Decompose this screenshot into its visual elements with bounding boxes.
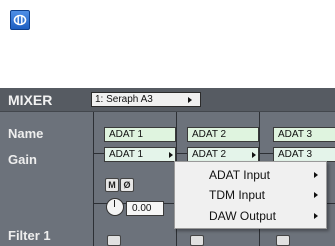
- route-context-menu: ADAT Input TDM Input DAW Output: [174, 161, 327, 229]
- filter-toggle-button[interactable]: [107, 235, 121, 246]
- menu-item-adat-input[interactable]: ADAT Input: [176, 165, 325, 185]
- channel-3-route-value: ADAT 3: [278, 149, 313, 160]
- menu-item-label: ADAT Input: [209, 168, 270, 182]
- gain-row-label: Gain: [8, 152, 37, 167]
- name-row-label: Name: [8, 126, 44, 141]
- filter-row-label: Filter 1: [8, 228, 51, 243]
- mixer-title: MIXER: [8, 92, 53, 108]
- column-divider: [93, 112, 94, 246]
- preset-arrow-icon: [188, 97, 192, 103]
- phase-invert-button[interactable]: Ø: [120, 178, 134, 192]
- filter-toggle-button[interactable]: [276, 235, 290, 246]
- submenu-arrow-icon: [314, 192, 318, 198]
- mixer-header: MIXER 1: Seraph A3: [0, 88, 335, 112]
- route-arrow-icon: [252, 152, 256, 158]
- channel-2-route-value: ADAT 2: [192, 149, 227, 160]
- channel-1-route-value: ADAT 1: [109, 149, 144, 160]
- channel-2-route-dropdown[interactable]: ADAT 2: [187, 147, 259, 162]
- channel-1-route-dropdown[interactable]: ADAT 1: [104, 147, 176, 162]
- menu-item-daw-output[interactable]: DAW Output: [176, 206, 325, 226]
- mute-button[interactable]: M: [105, 178, 119, 192]
- submenu-arrow-icon: [314, 213, 318, 219]
- loop-glyph-icon: [13, 14, 27, 26]
- preset-value: 1: Seraph A3: [95, 94, 153, 105]
- channel-3-name-field[interactable]: ADAT 3: [273, 127, 335, 142]
- preset-dropdown[interactable]: 1: Seraph A3: [91, 92, 201, 107]
- menu-item-label: TDM Input: [209, 188, 266, 202]
- channel-1-name-field[interactable]: ADAT 1: [104, 127, 176, 142]
- filter-toggle-button[interactable]: [190, 235, 204, 246]
- route-arrow-icon: [169, 152, 173, 158]
- menu-item-label: DAW Output: [209, 209, 276, 223]
- gain-knob[interactable]: [106, 198, 124, 216]
- device-icon[interactable]: [10, 10, 30, 30]
- channel-3-route-dropdown[interactable]: ADAT 3: [273, 147, 335, 162]
- channel-2-name-field[interactable]: ADAT 2: [187, 127, 259, 142]
- submenu-arrow-icon: [314, 172, 318, 178]
- menu-item-tdm-input[interactable]: TDM Input: [176, 185, 325, 205]
- gain-value-field[interactable]: 0.00: [126, 201, 164, 216]
